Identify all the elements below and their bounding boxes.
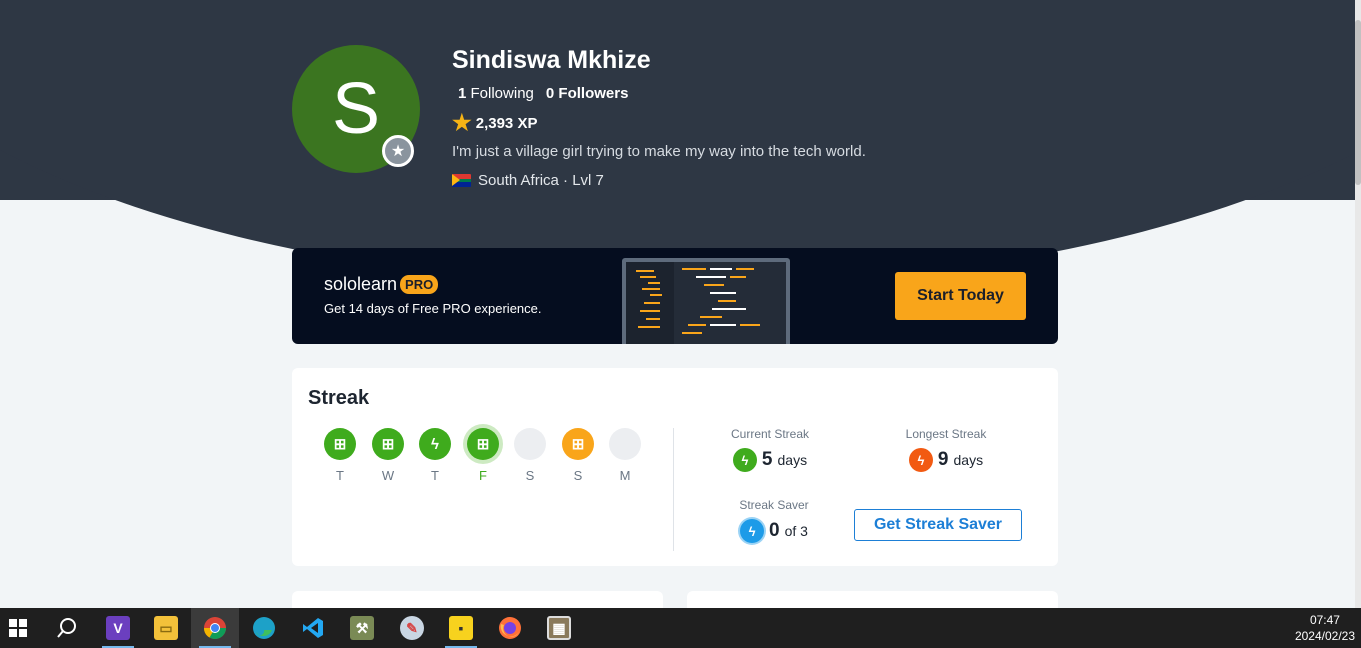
star-icon: ★ (452, 110, 472, 135)
pro-badge: PRO (400, 275, 439, 294)
bolt-icon: ϟ (732, 448, 757, 472)
star-badge-icon: ★ (382, 135, 414, 167)
gift-icon: ⊞ (324, 428, 356, 460)
current-streak: Current Streak ϟ 5 days (730, 427, 810, 472)
visual-studio-icon[interactable]: V (94, 608, 142, 648)
streak-title: Streak (308, 387, 370, 409)
chrome-icon[interactable] (191, 608, 239, 648)
country-level: South Africa · Lvl 7 (452, 172, 604, 189)
firefox-icon[interactable] (486, 608, 534, 648)
start-today-button[interactable]: Start Today (895, 272, 1026, 320)
streak-day: ⊞ T (324, 428, 356, 483)
profile-bio: I'm just a village girl trying to make m… (452, 143, 866, 160)
streak-day: ⊞ W (372, 428, 404, 483)
streak-day: M (609, 428, 641, 483)
taskbar: V ▭ ⚒ ✎ ▪ ▦ 07:47 2024/02/23 (0, 608, 1361, 648)
streak-day: ϟ T (419, 428, 451, 483)
laptop-illustration (622, 258, 790, 344)
file-explorer-icon[interactable]: ▭ (142, 608, 190, 648)
longest-streak: Longest Streak ϟ 9 days (905, 427, 987, 472)
search-icon[interactable] (43, 608, 91, 648)
streak-day: S (514, 428, 546, 483)
followers-link[interactable]: 0 Followers (546, 85, 629, 102)
streak-card: Streak ⊞ T ⊞ W ϟ T ⊞ F S ⊞ S M Current S… (292, 368, 1058, 566)
empty-day-icon (514, 428, 546, 460)
streak-saver-icon: ϟ (740, 519, 765, 543)
promo-subtitle: Get 14 days of Free PRO experience. (324, 301, 542, 316)
paint-icon[interactable]: ✎ (388, 608, 436, 648)
bolt-icon: ϟ (908, 448, 933, 472)
system-clock[interactable]: 07:47 2024/02/23 (1295, 612, 1355, 644)
empty-day-icon (609, 428, 641, 460)
gift-icon: ⊞ (372, 428, 404, 460)
app-icon[interactable]: ▦ (535, 608, 583, 648)
page-scrollbar[interactable] (1355, 0, 1361, 608)
gift-icon: ⊞ (562, 428, 594, 460)
pro-promo-banner: sololearn PRO Get 14 days of Free PRO ex… (292, 248, 1058, 344)
streak-divider (673, 428, 674, 551)
streak-saver: Streak Saver ϟ 0 of 3 (739, 498, 809, 543)
profile-name: Sindiswa Mkhize (452, 46, 651, 74)
bolt-icon: ϟ (419, 428, 451, 460)
south-africa-flag-icon (452, 174, 471, 187)
xp-display: ★ 2,393 XP (452, 110, 538, 135)
vscode-icon[interactable] (289, 608, 337, 648)
streak-day-today: ⊞ F (467, 428, 499, 483)
gift-icon: ⊞ (467, 428, 499, 460)
windows-start-icon[interactable] (0, 608, 42, 648)
sticky-notes-icon[interactable]: ▪ (437, 608, 485, 648)
edge-icon[interactable] (240, 608, 288, 648)
get-streak-saver-button[interactable]: Get Streak Saver (854, 509, 1022, 541)
streak-day: ⊞ S (562, 428, 594, 483)
following-link[interactable]: 1 Following (458, 85, 534, 102)
follow-stats: 1 Following 0 Followers (458, 85, 628, 102)
promo-brand: sololearn PRO (324, 274, 439, 295)
tools-icon[interactable]: ⚒ (338, 608, 386, 648)
